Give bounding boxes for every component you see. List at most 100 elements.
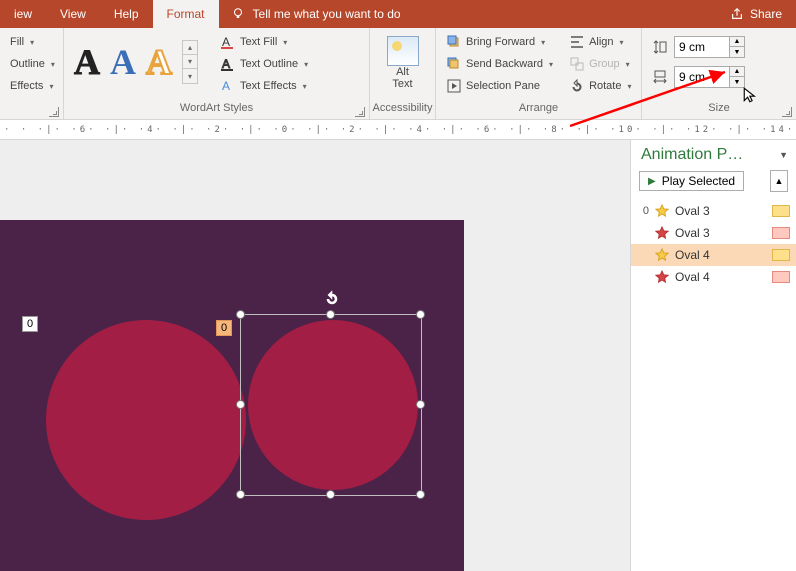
text-fill-button[interactable]: A Text Fill▾: [216, 32, 312, 52]
width-spin-down[interactable]: ▼: [730, 77, 744, 87]
bring-forward-icon: [446, 34, 462, 50]
lightbulb-icon: [231, 7, 245, 21]
horizontal-ruler: · · ·|· ·6· ·|· ·4· ·|· ·2· ·|· ·0· ·|· …: [0, 120, 796, 140]
align-button[interactable]: Align▾: [565, 32, 635, 52]
text-outline-icon: A: [220, 56, 236, 72]
shape-width-input[interactable]: ▲▼: [674, 66, 745, 88]
wordart-preset-2[interactable]: A: [110, 44, 136, 80]
reorder-up-button[interactable]: ▲: [770, 170, 788, 192]
resize-handle-se[interactable]: [416, 490, 425, 499]
text-effects-label: Text Effects: [240, 80, 297, 92]
rotate-handle-icon[interactable]: [323, 289, 341, 307]
shape-effects-button[interactable]: Effects▾: [6, 76, 59, 96]
group-wordart-styles: A A A ▴ ▾ ▾ A Text Fill▾ A Text Outline▾: [64, 28, 370, 119]
svg-text:A: A: [222, 35, 230, 49]
send-backward-button[interactable]: Send Backward▾: [442, 54, 557, 74]
tab-review[interactable]: iew: [0, 0, 46, 28]
height-spin-down[interactable]: ▼: [730, 47, 744, 57]
wordart-gallery-scroll: ▴ ▾ ▾: [182, 40, 198, 84]
group-icon: [569, 56, 585, 72]
animation-tag-oval4[interactable]: 0: [216, 320, 232, 336]
animation-tag-oval3[interactable]: 0: [22, 316, 38, 332]
shape-fill-button[interactable]: Fill▾: [6, 32, 59, 52]
animation-list: 0Oval 3Oval 3Oval 4Oval 4: [631, 200, 796, 288]
selection-pane-label: Selection Pane: [466, 80, 540, 92]
group-size-label: Size: [642, 101, 796, 119]
group-size: ▲▼ ▲▼ Size: [642, 28, 796, 119]
shape-width-field[interactable]: [675, 70, 729, 84]
resize-handle-e[interactable]: [416, 400, 425, 409]
tab-view[interactable]: View: [46, 0, 100, 28]
shape-outline-button[interactable]: Outline▾: [6, 54, 59, 74]
wordart-preset-1[interactable]: A: [74, 44, 100, 80]
group-accessibility-label: Accessibility: [370, 101, 435, 119]
star-icon: [655, 270, 669, 284]
rotate-icon: [569, 78, 585, 94]
align-label: Align: [589, 36, 613, 48]
play-selected-button[interactable]: ▶ Play Selected: [639, 171, 744, 191]
alt-text-button[interactable]: Alt Text: [380, 32, 426, 90]
resize-handle-nw[interactable]: [236, 310, 245, 319]
height-spin-up[interactable]: ▲: [730, 37, 744, 47]
share-label: Share: [750, 7, 782, 21]
group-accessibility: Alt Text Accessibility: [370, 28, 436, 119]
menu-bar: iew View Help Format Tell me what you wa…: [0, 0, 796, 28]
gallery-scroll-down[interactable]: ▾: [183, 55, 197, 69]
shape-oval-3[interactable]: [46, 320, 246, 520]
resize-handle-ne[interactable]: [416, 310, 425, 319]
slide[interactable]: 0 0: [0, 220, 464, 571]
tell-me-search[interactable]: Tell me what you want to do: [219, 0, 716, 28]
animation-pane: Animation P… ▼ ▶ Play Selected ▲ 0Oval 3…: [630, 140, 796, 571]
group-wordart-label: WordArt Styles: [64, 101, 369, 119]
animation-duration-bar: [772, 249, 790, 261]
group-label: Group: [589, 58, 620, 70]
resize-handle-w[interactable]: [236, 400, 245, 409]
tab-help[interactable]: Help: [100, 0, 153, 28]
animation-index: 0: [639, 205, 649, 217]
wordart-preset-3[interactable]: A: [146, 44, 172, 80]
slide-canvas[interactable]: 0 0: [0, 140, 630, 571]
resize-handle-s[interactable]: [326, 490, 335, 499]
play-icon: ▶: [648, 176, 656, 187]
work-area: 0 0 Animation P… ▼ ▶ Play: [0, 140, 796, 571]
shape-height-field[interactable]: [675, 40, 729, 54]
text-effects-icon: A: [220, 78, 236, 94]
text-fill-icon: A: [220, 34, 236, 50]
tell-me-placeholder: Tell me what you want to do: [253, 7, 401, 21]
selection-pane-icon: [446, 78, 462, 94]
animation-duration-bar: [772, 227, 790, 239]
text-outline-button[interactable]: A Text Outline▾: [216, 54, 312, 74]
gallery-scroll-up[interactable]: ▴: [183, 41, 197, 55]
animation-item[interactable]: 0Oval 3: [631, 200, 796, 222]
group-button[interactable]: Group▾: [565, 54, 635, 74]
width-icon: [652, 69, 668, 85]
dialog-launcher-icon[interactable]: [355, 107, 365, 117]
share-button[interactable]: Share: [716, 0, 796, 28]
width-spin-up[interactable]: ▲: [730, 67, 744, 77]
rotate-label: Rotate: [589, 80, 621, 92]
animation-pane-menu[interactable]: ▼: [779, 150, 788, 160]
animation-item[interactable]: Oval 4: [631, 244, 796, 266]
animation-item-name: Oval 4: [675, 270, 766, 284]
animation-item[interactable]: Oval 4: [631, 266, 796, 288]
shape-height-input[interactable]: ▲▼: [674, 36, 745, 58]
rotate-button[interactable]: Rotate▾: [565, 76, 635, 96]
gallery-more[interactable]: ▾: [183, 69, 197, 83]
alt-text-l1: Alt: [396, 66, 409, 78]
group-shape-styles: Fill▾ Outline▾ Effects▾: [0, 28, 64, 119]
text-effects-button[interactable]: A Text Effects▾: [216, 76, 312, 96]
resize-handle-sw[interactable]: [236, 490, 245, 499]
animation-item[interactable]: Oval 3: [631, 222, 796, 244]
dialog-launcher-icon[interactable]: [782, 107, 792, 117]
wordart-gallery[interactable]: A A A ▴ ▾ ▾: [70, 32, 208, 84]
dialog-launcher-icon[interactable]: [49, 107, 59, 117]
resize-handle-n[interactable]: [326, 310, 335, 319]
tab-format[interactable]: Format: [153, 0, 219, 28]
bring-forward-button[interactable]: Bring Forward▾: [442, 32, 557, 52]
alt-text-l2: Text: [392, 78, 412, 90]
selection-box[interactable]: [240, 314, 422, 496]
selection-pane-button[interactable]: Selection Pane: [442, 76, 557, 96]
align-icon: [569, 34, 585, 50]
group-arrange: Bring Forward▾ Send Backward▾ Selection …: [436, 28, 642, 119]
bring-forward-label: Bring Forward: [466, 36, 535, 48]
